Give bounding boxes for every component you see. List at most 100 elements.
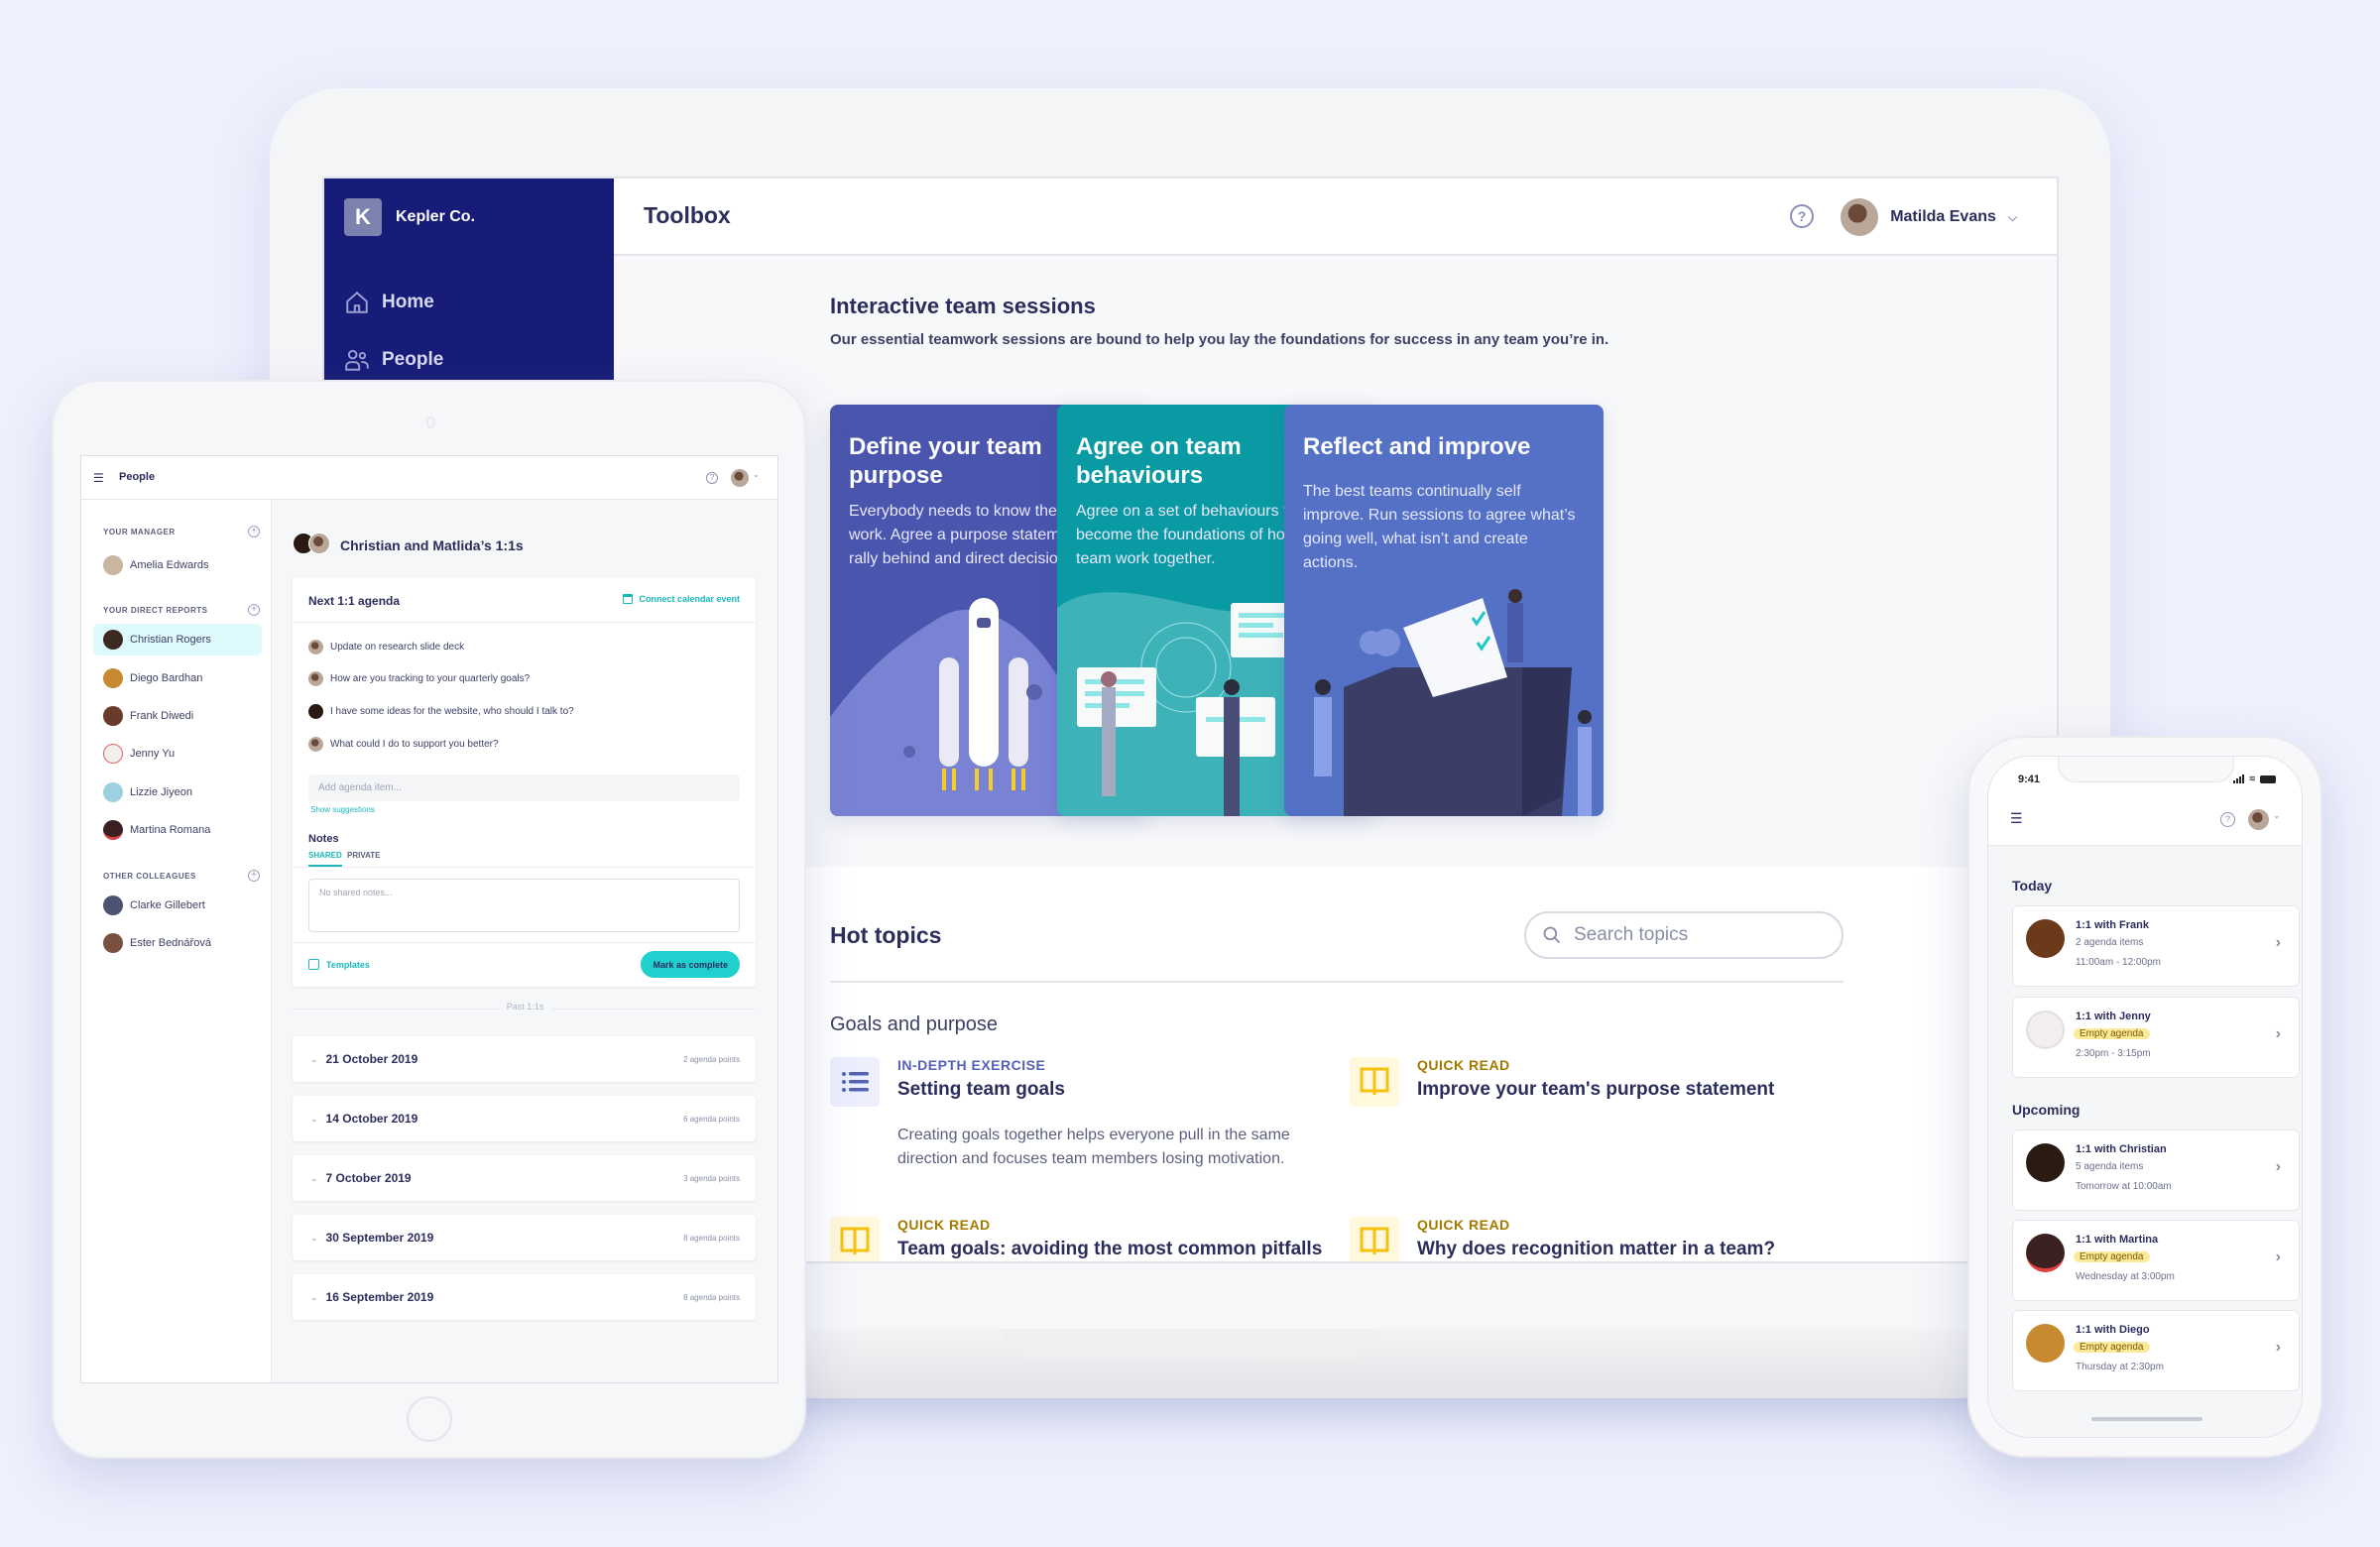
user-name: Matilda Evans <box>1890 208 1996 225</box>
person-item[interactable]: Frank Diwedi <box>93 700 262 732</box>
chevron-down-icon: ⌵ <box>2007 209 2017 224</box>
templates-label: Templates <box>326 959 370 970</box>
meeting-time: 11:00am - 12:00pm <box>2076 957 2161 968</box>
past-count: 8 agenda points <box>683 1233 740 1243</box>
card-description: The best teams continually self improve.… <box>1303 483 1576 571</box>
tablet-sidebar: YOUR MANAGER + Amelia Edwards YOUR DIREC… <box>81 500 272 1382</box>
tab-private[interactable]: PRIVATE <box>347 851 380 860</box>
hamburger-icon[interactable]: ☰ <box>93 471 104 485</box>
agenda-text: Update on research slide deck <box>330 642 465 653</box>
agenda-item[interactable]: Update on research slide deck <box>308 640 464 654</box>
search-input[interactable]: Search topics <box>1524 911 1844 959</box>
past-oneonone[interactable]: ⌄ 16 September 2019 8 agenda points <box>293 1274 756 1320</box>
phone-header: ☰ ? ⌄ <box>1988 796 2302 846</box>
help-icon[interactable]: ? <box>1790 204 1814 228</box>
past-oneonone[interactable]: ⌄ 7 October 2019 3 agenda points <box>293 1155 756 1201</box>
people-icon <box>345 349 369 371</box>
past-label: Past 1:1s <box>273 1002 777 1012</box>
avatar <box>308 737 323 752</box>
help-icon[interactable]: ? <box>2220 812 2235 827</box>
person-item[interactable]: Clarke Gillebert <box>93 890 262 921</box>
top-header: Toolbox ? Matilda Evans ⌵ <box>614 178 2057 256</box>
add-icon[interactable]: + <box>248 604 260 616</box>
past-oneonone[interactable]: ⌄ 21 October 2019 2 agenda points <box>293 1036 756 1082</box>
empty-agenda-badge: Empty agenda <box>2074 1251 2150 1262</box>
tab-shared[interactable]: SHARED <box>308 851 342 867</box>
meeting-card[interactable]: 1:1 with Frank 2 agenda items 11:00am - … <box>2012 905 2300 987</box>
avatar[interactable] <box>2248 809 2269 830</box>
meeting-card[interactable]: 1:1 with Jenny Empty agenda 2:30pm - 3:1… <box>2012 997 2300 1078</box>
past-oneonone[interactable]: ⌄ 30 September 2019 8 agenda points <box>293 1215 756 1260</box>
person-item[interactable]: Christian Rogers <box>93 624 262 655</box>
meeting-status: 5 agenda items <box>2076 1161 2144 1172</box>
chevron-down-icon: ⌄ <box>753 470 760 479</box>
chevron-right-icon: › <box>2275 1339 2281 1356</box>
person-item[interactable]: Ester Bednářová <box>93 927 262 959</box>
connect-calendar-link[interactable]: Connect calendar event <box>623 594 740 604</box>
chevron-down-icon: ⌄ <box>310 1291 318 1302</box>
person-item[interactable]: Lizzie Jiyeon <box>93 776 262 808</box>
meeting-card[interactable]: 1:1 with Diego Empty agenda Thursday at … <box>2012 1310 2300 1391</box>
topic-type: QUICK READ <box>897 1217 991 1233</box>
avatar <box>103 782 123 802</box>
tablet-camera <box>426 416 435 428</box>
colleagues-label: OTHER COLLEAGUES <box>103 872 196 881</box>
meeting-time: Tomorrow at 10:00am <box>2076 1181 2172 1192</box>
person-item[interactable]: Martina Romana <box>93 814 262 846</box>
topic-title: Setting team goals <box>897 1079 1065 1100</box>
meeting-title: 1:1 with Christian <box>2076 1143 2167 1155</box>
topic-title: Improve your team's purpose statement <box>1417 1079 1775 1100</box>
meeting-time: Wednesday at 3:00pm <box>2076 1271 2175 1282</box>
search-placeholder: Search topics <box>1574 924 1689 945</box>
person-name: Diego Bardhan <box>130 672 203 684</box>
meeting-card[interactable]: 1:1 with Martina Empty agenda Wednesday … <box>2012 1220 2300 1301</box>
topic-type: QUICK READ <box>1417 1217 1510 1233</box>
person-item[interactable]: Diego Bardhan <box>93 662 262 694</box>
person-item[interactable]: Amelia Edwards <box>93 549 262 581</box>
past-oneonone[interactable]: ⌄ 14 October 2019 6 agenda points <box>293 1096 756 1141</box>
meeting-card[interactable]: 1:1 with Christian 5 agenda items Tomorr… <box>2012 1130 2300 1211</box>
person-item[interactable]: Jenny Yu <box>93 738 262 770</box>
list-icon <box>830 1057 880 1107</box>
avatar <box>103 744 123 764</box>
mark-complete-button[interactable]: Mark as complete <box>641 951 740 978</box>
sidebar-item-people[interactable]: People <box>344 347 443 373</box>
avatar[interactable] <box>731 469 749 487</box>
company-logo[interactable]: K Kepler Co. <box>344 198 475 236</box>
add-agenda-input[interactable]: Add agenda item... <box>308 774 740 801</box>
hamburger-icon[interactable]: ☰ <box>2010 810 2023 827</box>
topic-description: Creating goals together helps everyone p… <box>897 1127 1290 1167</box>
home-icon <box>346 291 368 313</box>
agenda-item[interactable]: What could I do to support you better? <box>308 737 499 752</box>
show-suggestions-link[interactable]: Show suggestions <box>310 805 375 814</box>
battery-icon <box>2260 775 2276 783</box>
meeting-title: 1:1 with Frank <box>2076 919 2149 931</box>
chevron-right-icon: › <box>2275 934 2281 951</box>
avatar <box>2026 1011 2065 1049</box>
add-icon[interactable]: + <box>248 870 260 882</box>
help-icon[interactable]: ? <box>706 472 718 484</box>
agenda-card: Next 1:1 agenda Connect calendar event U… <box>293 577 756 987</box>
notes-label: Notes <box>308 833 339 845</box>
chevron-right-icon: › <box>2275 1249 2281 1265</box>
avatar <box>103 668 123 688</box>
sidebar-item-home[interactable]: Home <box>344 290 434 315</box>
add-icon[interactable]: + <box>248 526 260 537</box>
meeting-status: 2 agenda items <box>2076 937 2144 948</box>
hot-topics-section: Hot topics Search topics Goals and purpo… <box>614 867 2057 1261</box>
user-menu[interactable]: Matilda Evans ⌵ <box>1841 198 2017 236</box>
topic-title: Why does recognition matter in a team? <box>1417 1239 1776 1259</box>
session-card-reflect[interactable]: Reflect and improve The best teams conti… <box>1284 405 1604 816</box>
topic-type: IN-DEPTH EXERCISE <box>897 1057 1046 1073</box>
avatar <box>103 555 123 575</box>
avatar <box>308 671 323 686</box>
topic-title: Team goals: avoiding the most common pit… <box>897 1239 1323 1259</box>
agenda-item[interactable]: How are you tracking to your quarterly g… <box>308 671 530 686</box>
past-count: 6 agenda points <box>683 1114 740 1124</box>
templates-link[interactable]: Templates <box>308 959 370 970</box>
tablet-header: ☰ People ? ⌄ <box>81 456 777 500</box>
notes-textarea[interactable]: No shared notes... <box>308 879 740 932</box>
avatar <box>103 820 123 840</box>
person-name: Jenny Yu <box>130 748 176 760</box>
agenda-item[interactable]: I have some ideas for the website, who s… <box>308 704 574 719</box>
